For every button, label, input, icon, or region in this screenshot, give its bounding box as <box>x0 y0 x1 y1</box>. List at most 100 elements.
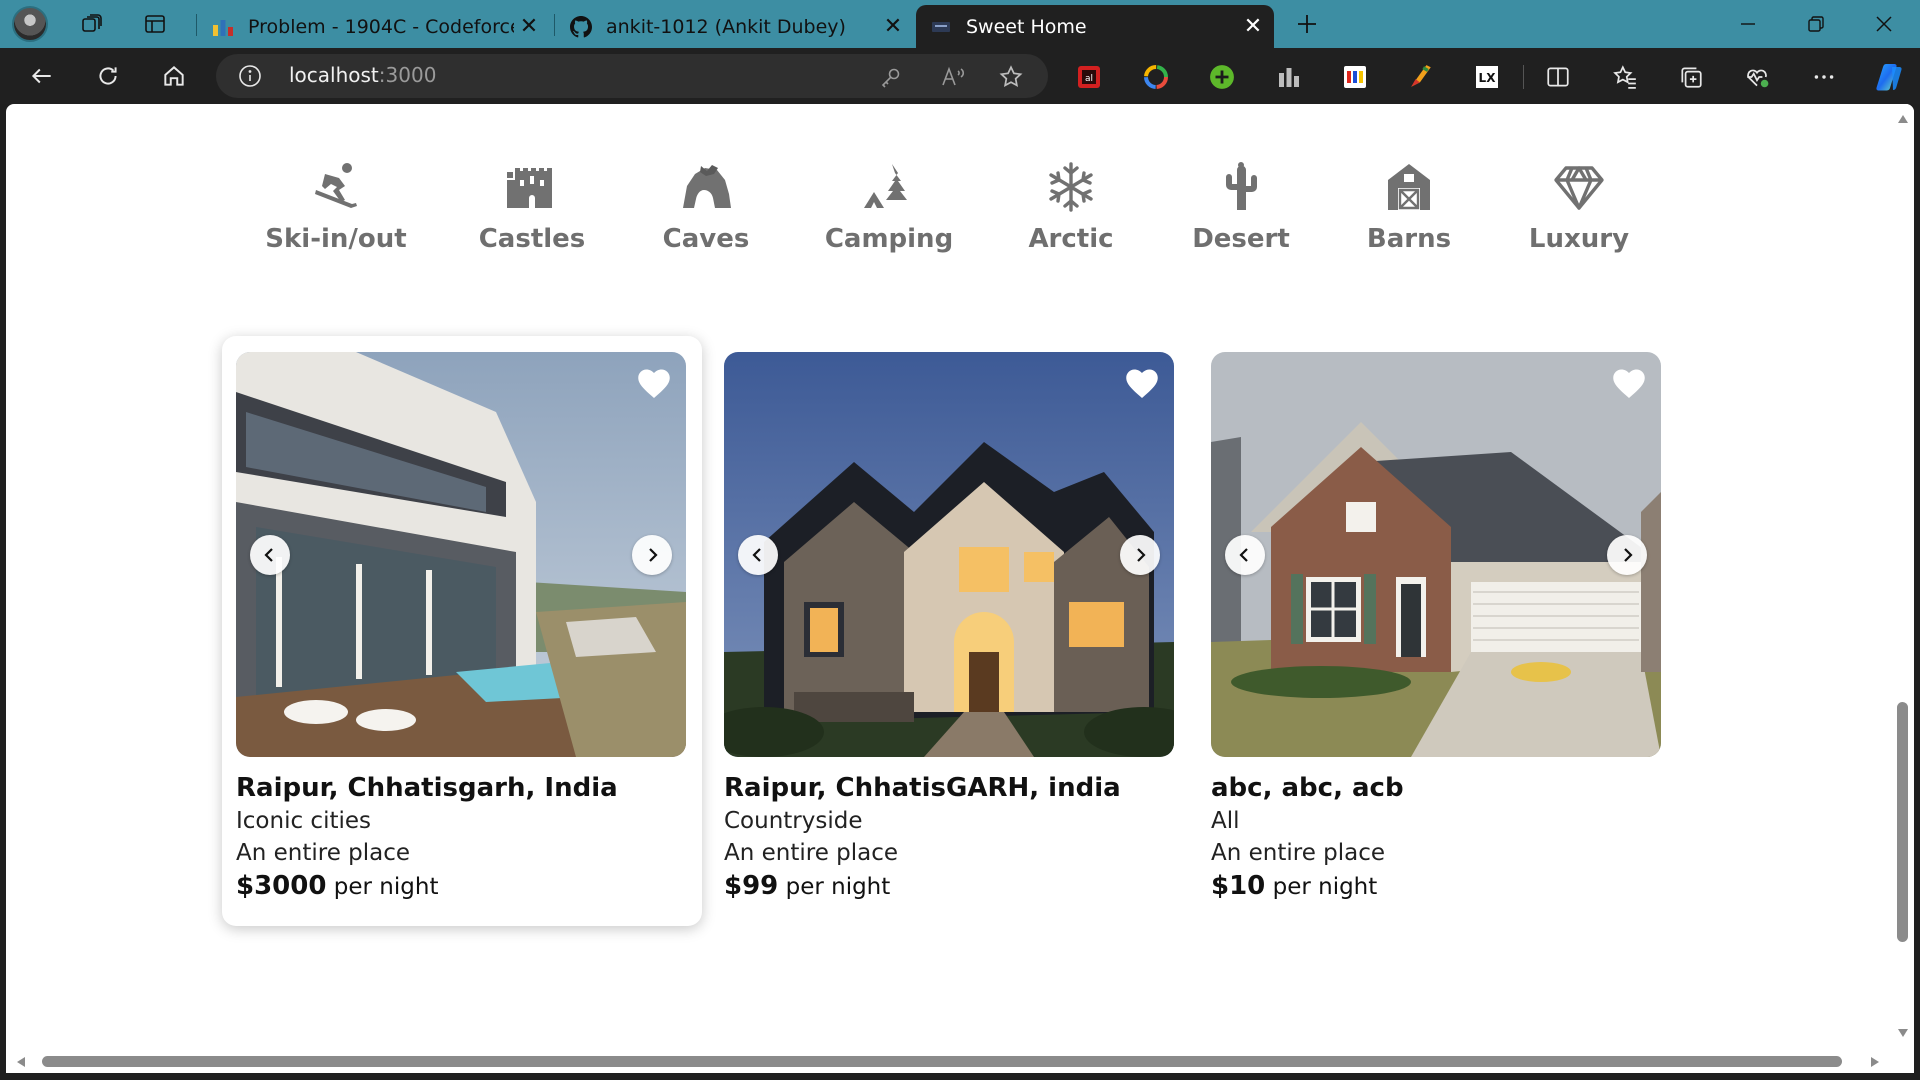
category-caves[interactable]: Caves <box>626 160 786 254</box>
vertical-scrollbar[interactable] <box>1892 104 1914 1050</box>
listing-card[interactable]: Raipur, Chhatisgarh, India Iconic cities… <box>236 352 686 904</box>
scroll-left-icon[interactable] <box>16 1056 26 1068</box>
category-camping[interactable]: Camping <box>809 160 969 254</box>
read-aloud-icon[interactable] <box>940 64 966 90</box>
category-luxury[interactable]: Luxury <box>1499 160 1659 254</box>
collections-icon[interactable] <box>1678 64 1704 90</box>
home-icon[interactable] <box>156 58 192 94</box>
refresh-icon[interactable] <box>90 58 126 94</box>
tab-sweet-home[interactable]: Sweet Home ✕ <box>916 5 1274 48</box>
next-photo-button[interactable] <box>632 535 672 575</box>
browser-essentials-icon[interactable] <box>1744 64 1770 90</box>
key-icon[interactable] <box>878 64 904 90</box>
scroll-down-icon[interactable] <box>1897 1028 1909 1038</box>
category-label: Luxury <box>1528 224 1630 254</box>
color-wheel-extension-icon[interactable] <box>1143 64 1169 90</box>
scroll-up-icon[interactable] <box>1897 114 1909 124</box>
category-label: Barns <box>1366 224 1452 254</box>
listing-location: Raipur, Chhatisgarh, India <box>236 773 618 803</box>
close-tab-icon[interactable]: ✕ <box>878 12 908 42</box>
previous-photo-button[interactable] <box>1225 535 1265 575</box>
category-label: Desert <box>1192 224 1290 254</box>
brush-extension-icon[interactable] <box>1408 64 1434 90</box>
suburban-house-image <box>1211 352 1661 757</box>
split-screen-icon[interactable] <box>1545 64 1571 90</box>
workspaces-icon[interactable] <box>75 8 109 40</box>
listing-card[interactable]: Raipur, ChhatisGARH, india Countryside A… <box>724 352 1174 904</box>
close-tab-icon[interactable]: ✕ <box>514 12 544 42</box>
barn-icon <box>1388 164 1430 210</box>
category-barns[interactable]: Barns <box>1329 160 1489 254</box>
category-arctic[interactable]: Arctic <box>991 160 1151 254</box>
chevron-left-icon <box>1239 548 1248 562</box>
listing-card[interactable]: abc, abc, acb All An entire place $10 pe… <box>1211 352 1661 904</box>
svg-text:al: al <box>1085 74 1093 84</box>
horizontal-scroll-thumb[interactable] <box>42 1056 1842 1067</box>
listing-photo[interactable] <box>724 352 1174 757</box>
url-host: localhost <box>289 63 379 87</box>
more-menu-icon[interactable] <box>1811 64 1837 90</box>
heart-icon[interactable] <box>1611 366 1647 400</box>
tab-codeforces[interactable]: Problem - 1904C - Codeforces ✕ <box>198 5 550 48</box>
pdf-extension-icon[interactable]: al <box>1076 64 1102 90</box>
diamond-icon <box>1554 166 1604 210</box>
restore-icon[interactable] <box>1782 0 1850 48</box>
category-castles[interactable]: Castles <box>452 160 612 254</box>
tent-icon <box>864 164 907 208</box>
tab-github[interactable]: ankit-1012 (Ankit Dubey) ✕ <box>556 5 914 48</box>
tab-separator <box>196 14 197 36</box>
url-text: localhost:3000 <box>289 63 436 87</box>
close-tab-icon[interactable]: ✕ <box>1238 12 1268 42</box>
listing-price: $99 <box>724 871 779 901</box>
site-info-icon[interactable] <box>238 64 262 88</box>
tab-title: ankit-1012 (Ankit Dubey) <box>606 15 846 38</box>
svg-text:LX: LX <box>1479 71 1497 85</box>
back-icon[interactable] <box>24 58 60 94</box>
favorites-icon[interactable] <box>1612 64 1638 90</box>
previous-photo-button[interactable] <box>738 535 778 575</box>
category-label: Castles <box>478 224 586 254</box>
cave-icon <box>683 165 731 208</box>
heart-icon[interactable] <box>1124 366 1160 400</box>
listing-photo[interactable] <box>1211 352 1661 757</box>
lx-extension-icon[interactable]: LX <box>1474 64 1500 90</box>
tab-strip: Problem - 1904C - Codeforces ✕ ankit-101… <box>0 0 1920 48</box>
previous-photo-button[interactable] <box>250 535 290 575</box>
favorite-star-icon[interactable] <box>998 64 1024 90</box>
bar-chart-extension-icon[interactable] <box>1276 64 1302 90</box>
close-window-icon[interactable] <box>1850 0 1918 48</box>
add-extension-icon[interactable] <box>1209 64 1235 90</box>
minimize-icon[interactable] <box>1714 0 1782 48</box>
site-icon <box>930 16 952 38</box>
page-viewport: Ski-in/out Castles Caves Camping Arctic … <box>6 104 1914 1073</box>
listing-price: $3000 <box>236 871 327 901</box>
castle-icon <box>507 168 552 208</box>
listing-info: Raipur, Chhatisgarh, India Iconic cities… <box>236 771 686 904</box>
modern-villa-image <box>236 352 686 757</box>
chevron-left-icon <box>264 548 273 562</box>
evening-house-image <box>724 352 1174 757</box>
url-port: :3000 <box>378 63 437 87</box>
scroll-right-icon[interactable] <box>1870 1056 1880 1068</box>
horizontal-scrollbar[interactable] <box>6 1051 1914 1073</box>
profile-avatar[interactable] <box>12 6 48 42</box>
copilot-icon[interactable] <box>1872 60 1906 94</box>
address-bar[interactable]: localhost:3000 <box>216 54 1048 98</box>
vertical-scroll-thumb[interactable] <box>1897 702 1908 942</box>
listing-photo[interactable] <box>236 352 686 757</box>
category-bar: Ski-in/out Castles Caves Camping Arctic … <box>6 160 1886 270</box>
tab-title: Sweet Home <box>966 15 1087 38</box>
new-tab-icon[interactable] <box>1290 8 1324 40</box>
heart-icon[interactable] <box>636 366 672 400</box>
next-photo-button[interactable] <box>1120 535 1160 575</box>
category-ski-in-out[interactable]: Ski-in/out <box>256 160 416 254</box>
listing-price-line: $10 per night <box>1211 869 1661 904</box>
listing-category: Countryside <box>724 808 863 834</box>
listing-location: Raipur, ChhatisGARH, india <box>724 773 1121 803</box>
codeforces-icon <box>212 16 234 38</box>
next-photo-button[interactable] <box>1607 535 1647 575</box>
category-desert[interactable]: Desert <box>1161 160 1321 254</box>
cactus-icon <box>1226 162 1257 210</box>
palette-extension-icon[interactable] <box>1342 64 1368 90</box>
vertical-tabs-icon[interactable] <box>138 8 172 40</box>
